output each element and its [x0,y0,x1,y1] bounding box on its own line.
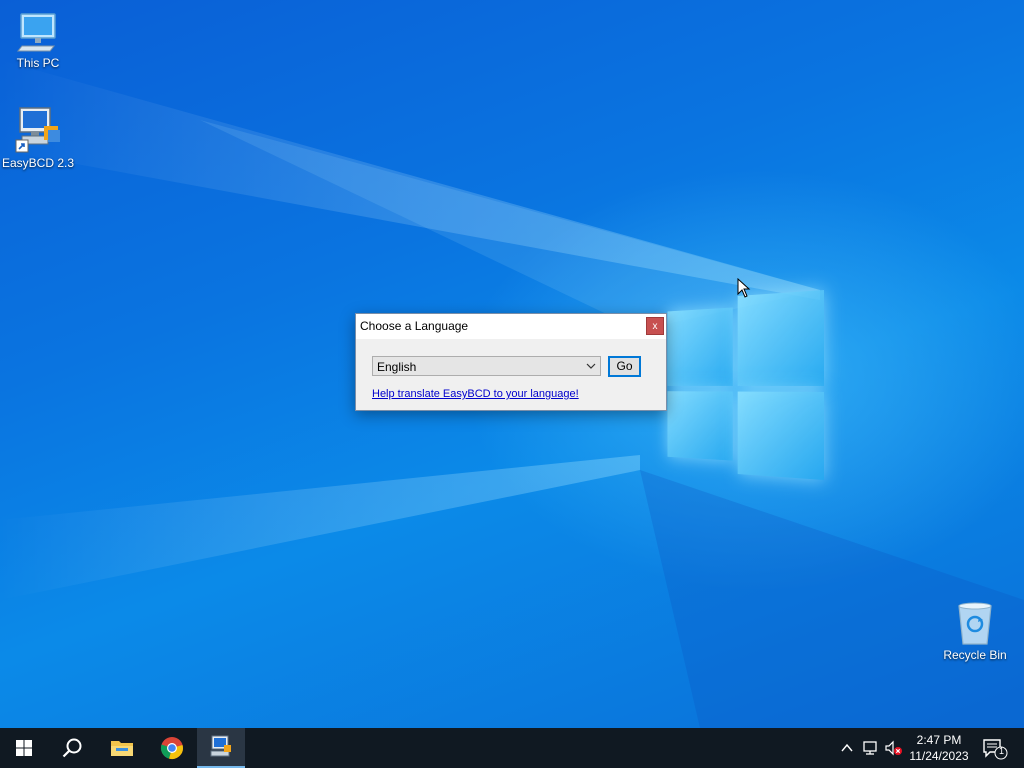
easybcd-icon [15,107,60,153]
action-center-button[interactable]: 1 [982,738,1008,765]
desktop-icon-label: This PC [16,56,60,70]
search-button[interactable] [48,728,96,768]
volume-muted-icon[interactable] [884,740,904,756]
desktop-icon-label: Recycle Bin [943,648,1007,662]
file-explorer-button[interactable] [98,728,146,768]
clock-date: 11/24/2023 [909,749,969,763]
system-clock[interactable]: 2:47 PM 11/24/2023 [904,732,974,764]
desktop-icon-this-pc[interactable]: This PC [0,10,76,70]
close-button[interactable]: x [646,317,664,335]
easybcd-icon [210,735,231,757]
desktop-icon-recycle-bin[interactable]: Recycle Bin [937,602,1013,662]
computer-icon [16,13,56,52]
recycle-bin-icon [958,602,992,645]
chevron-down-icon [586,363,596,369]
chevron-up-icon[interactable] [840,740,854,756]
language-select-value: English [377,360,417,374]
chrome-icon [160,737,183,759]
help-translate-link[interactable]: Help translate EasyBCD to your language! [372,388,579,400]
start-button[interactable] [0,728,48,768]
network-icon[interactable] [862,740,880,756]
start-icon [16,740,32,756]
dialog-title: Choose a Language [360,319,469,333]
taskbar: 2:47 PM 11/24/2023 1 [0,728,1024,768]
windows-logo-wallpaper [667,290,824,480]
notification-count: 1 [998,746,1004,756]
desktop-icon-label: EasyBCD 2.3 [1,156,75,170]
easybcd-taskbar-button[interactable] [197,728,245,768]
language-select[interactable]: English [372,356,601,376]
desktop[interactable]: This PC EasyBCD 2.3 Recycle Bin Choose a… [0,0,1024,728]
dialog-titlebar[interactable]: Choose a Language x [356,314,666,339]
desktop-icon-easybcd[interactable]: EasyBCD 2.3 [0,106,76,170]
search-icon [62,738,82,758]
mouse-cursor-icon [737,278,751,298]
chrome-button[interactable] [148,728,196,768]
clock-time: 2:47 PM [916,733,962,747]
choose-language-dialog: Choose a Language x English Go Help tran… [355,313,667,411]
file-explorer-icon [111,741,133,756]
go-button[interactable]: Go [608,356,641,377]
